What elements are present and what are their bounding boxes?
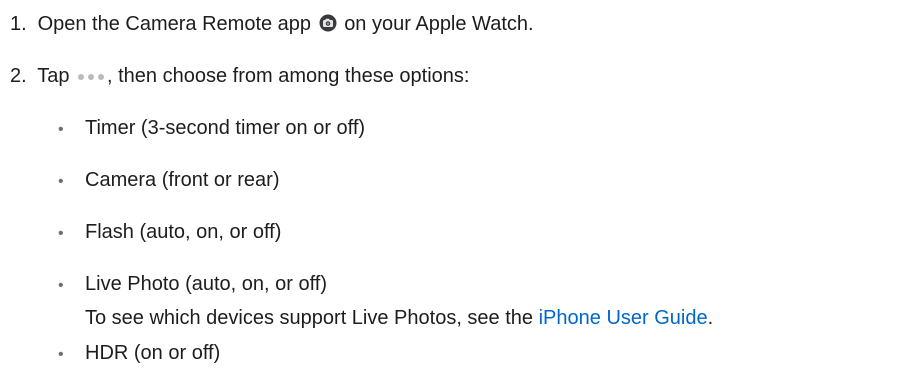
iphone-user-guide-link[interactable]: iPhone User Guide [539,307,708,329]
option-label: Live Photo (auto, on, or off) [85,273,328,295]
option-label: HDR (on or off) [85,342,221,364]
option-flash: • Flash (auto, on, or off) [58,219,281,247]
live-photo-note-text: To see which devices support Live Photos… [85,307,534,329]
instructions-document: 1. Open the Camera Remote app on your Ap… [0,0,908,370]
option-timer: • Timer (3-second timer on or off) [58,115,365,143]
step-2-text-before: Tap [37,65,70,87]
step-1-text-before: Open the Camera Remote app [37,13,312,35]
camera-remote-app-icon [319,14,337,32]
more-options-icon [78,73,105,80]
option-label: Flash (auto, on, or off) [85,221,282,243]
step-2: 2. Tap , then choose from among these op… [10,63,469,89]
option-label: Camera (front or rear) [85,169,280,191]
bullet-marker: • [58,121,64,138]
option-hdr: • HDR (on or off) [58,340,220,368]
step-2-number: 2. [10,65,27,87]
option-camera: • Camera (front or rear) [58,167,280,195]
bullet-marker: • [58,277,64,294]
step-1: 1. Open the Camera Remote app on your Ap… [10,11,534,37]
live-photo-note: To see which devices support Live Photos… [85,305,713,331]
option-label: Timer (3-second timer on or off) [85,117,366,139]
step-2-text-after: , then choose from among these options: [107,65,470,87]
bullet-marker: • [58,346,64,363]
live-photo-note-period: . [707,307,714,329]
bullet-marker: • [58,225,64,242]
option-live-photo: • Live Photo (auto, on, or off) [58,271,327,299]
step-1-text-after: on your Apple Watch. [344,13,534,35]
bullet-marker: • [58,173,64,190]
step-1-number: 1. [10,13,27,35]
